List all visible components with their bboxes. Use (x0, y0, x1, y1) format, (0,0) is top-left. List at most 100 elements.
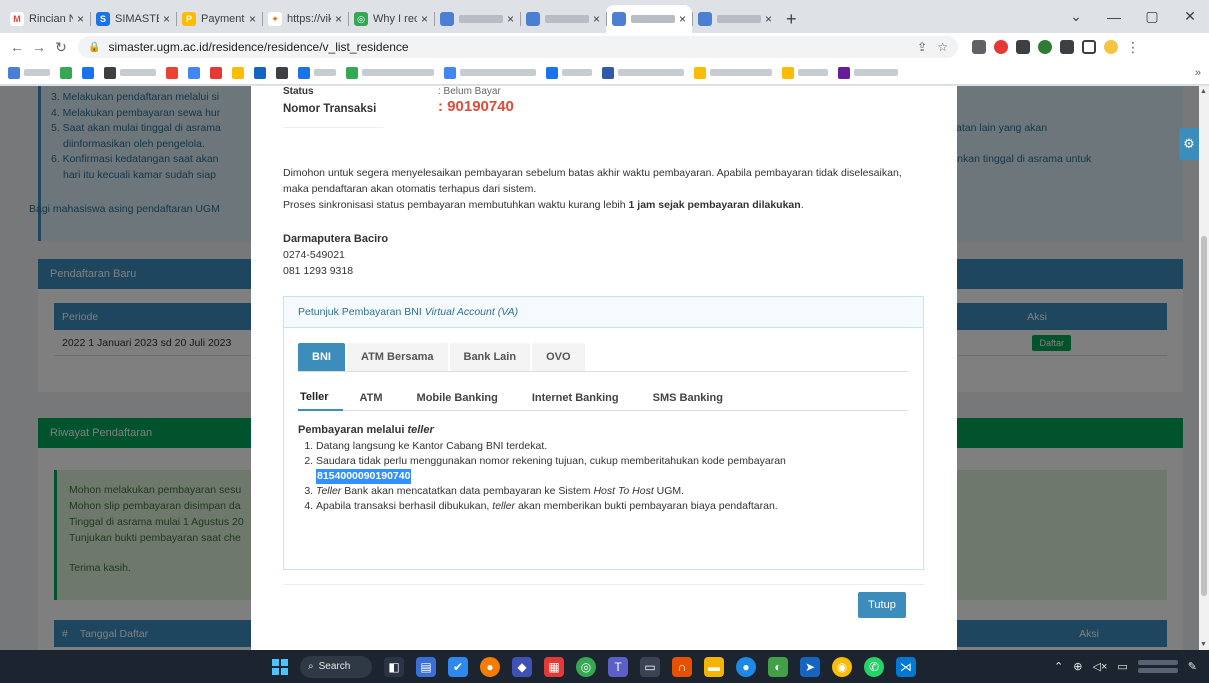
url-input[interactable]: 🔒 simaster.ugm.ac.id/residence/residence… (78, 36, 958, 58)
bookmark-item[interactable] (602, 66, 684, 79)
close-tab-icon[interactable]: × (163, 12, 170, 26)
bookmark-icon (838, 66, 850, 79)
scroll-down-icon[interactable]: ▼ (1200, 641, 1207, 648)
profile-avatar-icon[interactable] (1104, 40, 1118, 54)
tab-atm[interactable]: ATM (343, 385, 400, 411)
lock-icon[interactable]: 🔒 (88, 42, 100, 53)
minimize-icon[interactable]: — (1095, 9, 1133, 25)
tab-teller[interactable]: Teller (298, 385, 343, 411)
bookmark-star-icon[interactable]: ☆ (937, 40, 948, 54)
app-icon[interactable]: ➤ (800, 656, 820, 677)
bookmark-item[interactable] (210, 66, 222, 79)
page-scrollbar[interactable]: ▲ ▼ (1199, 86, 1209, 650)
tab-internet-banking[interactable]: Internet Banking (515, 385, 636, 411)
bookmark-item[interactable] (254, 66, 266, 79)
bookmark-item[interactable] (694, 66, 772, 79)
scrollbar-thumb[interactable] (1201, 236, 1207, 596)
network-icon[interactable]: ⊕ (1073, 660, 1082, 673)
close-tab-icon[interactable]: × (249, 12, 256, 26)
windows-start-icon[interactable] (272, 658, 288, 675)
app-icon[interactable]: ◆ (512, 656, 532, 677)
bookmark-item[interactable] (104, 66, 156, 79)
vscode-icon[interactable]: ⋊ (896, 656, 916, 677)
tab-ovo[interactable]: OVO (532, 343, 585, 371)
tab-atm-bersama[interactable]: ATM Bersama (346, 343, 448, 371)
close-window-icon[interactable]: ✕ (1171, 8, 1209, 25)
new-tab-button[interactable]: + (778, 5, 805, 33)
teams-icon[interactable]: T (608, 656, 628, 677)
bookmark-item[interactable] (546, 66, 592, 79)
divider (283, 584, 924, 585)
browser-tab[interactable]: ✦https://viko.si× (262, 5, 348, 33)
settings-gear-icon[interactable]: ⚙ (1179, 128, 1199, 160)
chrome-icon[interactable]: ◉ (832, 656, 852, 677)
close-tab-icon[interactable]: × (335, 12, 342, 26)
bookmark-item[interactable] (82, 66, 94, 79)
app-icon[interactable]: ▦ (544, 656, 564, 677)
close-button[interactable]: Tutup (858, 592, 906, 618)
reload-icon[interactable]: ↻ (50, 39, 72, 56)
tab-sms-banking[interactable]: SMS Banking (636, 385, 740, 411)
battery-icon[interactable]: ▭ (1117, 660, 1127, 673)
taskbar-search[interactable]: ⌕ Search (300, 655, 372, 678)
share-icon[interactable]: ⇪ (917, 40, 927, 54)
close-tab-icon[interactable]: × (77, 12, 84, 26)
browser-tab-active[interactable]: × (606, 5, 692, 33)
bookmark-item[interactable] (346, 66, 434, 79)
bookmark-item[interactable] (8, 66, 50, 79)
whatsapp-icon[interactable]: ✆ (864, 656, 884, 677)
browser-tab[interactable]: ◎Why I receive× (348, 5, 434, 33)
close-tab-icon[interactable]: × (507, 12, 514, 26)
restore-icon[interactable]: ▢ (1133, 8, 1171, 25)
sidepanel-icon[interactable] (1082, 40, 1096, 54)
bookmark-item[interactable] (444, 66, 536, 79)
app-icon[interactable]: ● (480, 656, 500, 677)
task-view-icon[interactable]: ◧ (384, 656, 404, 677)
chrome-icon[interactable]: ◎ (576, 656, 596, 677)
app-icon[interactable]: ● (736, 656, 756, 677)
bookmark-item[interactable] (838, 66, 898, 79)
bookmark-item[interactable] (60, 66, 72, 79)
bookmark-item[interactable] (782, 66, 828, 79)
tab-bank-lain[interactable]: Bank Lain (449, 343, 531, 371)
back-icon[interactable]: ← (6, 39, 28, 55)
app-icon[interactable]: ✔ (448, 656, 468, 677)
bookmark-item[interactable] (166, 66, 178, 79)
close-tab-icon[interactable]: × (679, 12, 686, 26)
scroll-up-icon[interactable]: ▲ (1200, 88, 1207, 95)
extension-icon[interactable] (1016, 40, 1030, 54)
close-tab-icon[interactable]: × (593, 12, 600, 26)
puzzle-icon[interactable] (1060, 40, 1074, 54)
bookmark-item[interactable] (276, 66, 288, 79)
forward-icon[interactable]: → (28, 39, 50, 55)
widgets-icon[interactable]: ▤ (416, 656, 436, 677)
bookmarks-overflow-icon[interactable]: » (1195, 67, 1201, 79)
menu-kebab-icon[interactable]: ⋮ (1126, 40, 1140, 54)
browser-tab[interactable]: PPayment Simu× (176, 5, 262, 33)
app-icon[interactable]: ▭ (640, 656, 660, 677)
browser-tab[interactable]: × (520, 5, 606, 33)
tab-search-icon[interactable]: ⌄ (1057, 8, 1095, 25)
browser-tab[interactable]: SSIMASTER.UG× (90, 5, 176, 33)
close-tab-icon[interactable]: × (421, 12, 428, 26)
close-tab-icon[interactable]: × (765, 12, 772, 26)
bookmark-item[interactable] (298, 66, 336, 79)
volume-icon[interactable]: ◁× (1092, 660, 1107, 673)
app-icon[interactable]: ∩ (672, 656, 692, 677)
browser-tab[interactable]: MRincian Nomo× (4, 5, 90, 33)
file-explorer-icon[interactable]: ▬ (704, 656, 724, 677)
clock[interactable] (1137, 658, 1178, 676)
tab-mobile-banking[interactable]: Mobile Banking (400, 385, 515, 411)
extension-icon[interactable] (972, 40, 986, 54)
bookmark-item[interactable] (188, 66, 200, 79)
adblock-icon[interactable] (994, 40, 1008, 54)
browser-tab[interactable]: × (692, 5, 778, 33)
browser-tab[interactable]: × (434, 5, 520, 33)
tray-overflow-icon[interactable]: ⌃ (1054, 660, 1063, 673)
bookmark-item[interactable] (232, 66, 244, 79)
tab-bni[interactable]: BNI (298, 343, 345, 371)
notification-icon[interactable]: ✎ (1188, 660, 1197, 673)
payment-code[interactable]: 8154000090190740 (316, 469, 412, 484)
extension-icon[interactable] (1038, 40, 1052, 54)
app-icon[interactable]: ◐ (768, 656, 788, 677)
